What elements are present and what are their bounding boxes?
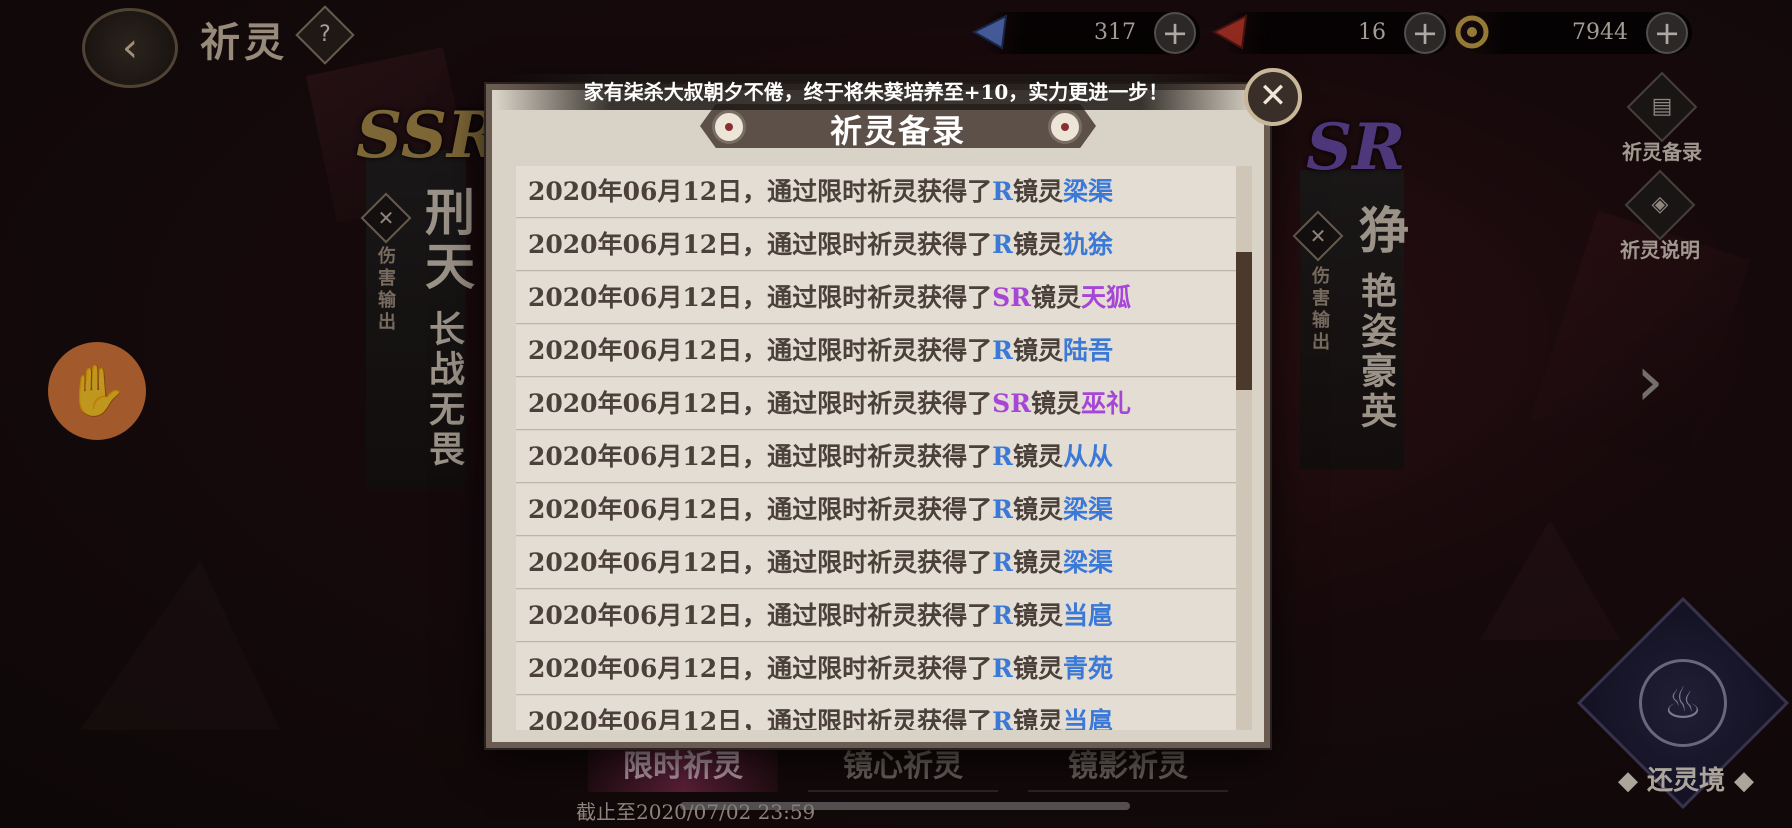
record-grade: SR [992,283,1032,312]
record-grade: R [992,230,1013,259]
record-type: 镜灵 [1031,283,1082,312]
record-type: 镜灵 [1012,548,1063,577]
record-spirit-name: 青苑 [1062,654,1113,683]
record-spirit-name: 天狐 [1081,283,1132,312]
record-type: 镜灵 [1012,654,1063,683]
record-grade: R [992,548,1013,577]
record-list[interactable]: 2020年06月12日，通过限时祈灵获得了R镜灵梁渠 2020年06月12日，通过… [516,166,1256,730]
record-row: 2020年06月12日，通过限时祈灵获得了R镜灵梁渠 [516,166,1238,218]
record-row: 2020年06月12日，通过限时祈灵获得了R镜灵青苑 [516,643,1238,695]
record-text: 2020年06月12日，通过限时祈灵获得了 [528,230,993,259]
record-grade: R [992,336,1013,365]
record-text: 2020年06月12日，通过限时祈灵获得了 [528,177,993,206]
record-text: 2020年06月12日，通过限时祈灵获得了 [528,654,993,683]
announcement-banner: 家有柒杀大叔朝夕不倦，终于将朱葵培养至+10，实力更进一步！ [496,74,1256,110]
record-spirit-name: 当扈 [1062,601,1113,630]
close-icon: ✕ [1258,76,1288,116]
record-text: 2020年06月12日，通过限时祈灵获得了 [528,442,993,471]
modal-title: 祈灵备录 [829,112,966,150]
record-spirit-name: 陆吾 [1062,336,1113,365]
record-type: 镜灵 [1012,230,1063,259]
record-scrollbar[interactable] [1236,166,1252,730]
close-button[interactable]: ✕ [1244,68,1302,126]
record-text: 2020年06月12日，通过限时祈灵获得了 [528,389,993,418]
record-type: 镜灵 [1031,389,1082,418]
record-type: 镜灵 [1012,601,1063,630]
scrollbar-thumb[interactable] [1236,252,1252,390]
record-type: 镜灵 [1012,177,1063,206]
record-grade: R [992,442,1013,471]
record-text: 2020年06月12日，通过限时祈灵获得了 [528,707,993,730]
record-text: 2020年06月12日，通过限时祈灵获得了 [528,601,993,630]
record-row: 2020年06月12日，通过限时祈灵获得了R镜灵当扈 [516,590,1238,642]
record-spirit-name: 梁渠 [1062,495,1113,524]
record-row: 2020年06月12日，通过限时祈灵获得了R镜灵犰狳 [516,219,1238,271]
record-type: 镜灵 [1012,707,1063,730]
record-spirit-name: 梁渠 [1062,177,1113,206]
record-row: 2020年06月12日，通过限时祈灵获得了R镜灵从从 [516,431,1238,483]
record-spirit-name: 犰狳 [1062,230,1113,259]
record-grade: R [992,177,1013,206]
record-row: 2020年06月12日，通过限时祈灵获得了SR镜灵巫礼 [516,378,1238,430]
record-grade: R [992,495,1013,524]
record-row: 2020年06月12日，通过限时祈灵获得了R镜灵梁渠 [516,484,1238,536]
record-text: 2020年06月12日，通过限时祈灵获得了 [528,495,993,524]
record-spirit-name: 梁渠 [1062,548,1113,577]
record-spirit-name: 巫礼 [1081,389,1132,418]
record-spirit-name: 从从 [1062,442,1113,471]
record-grade: R [992,601,1013,630]
record-type: 镜灵 [1012,442,1063,471]
record-text: 2020年06月12日，通过限时祈灵获得了 [528,336,993,365]
record-type: 镜灵 [1012,336,1063,365]
record-row: 2020年06月12日，通过限时祈灵获得了R镜灵当扈 [516,696,1238,730]
record-grade: R [992,707,1013,730]
record-spirit-name: 当扈 [1062,707,1113,730]
record-grade: SR [992,389,1032,418]
record-grade: R [992,654,1013,683]
record-row: 2020年06月12日，通过限时祈灵获得了R镜灵陆吾 [516,325,1238,377]
record-row: 2020年06月12日，通过限时祈灵获得了R镜灵梁渠 [516,537,1238,589]
record-type: 镜灵 [1012,495,1063,524]
record-modal: 2020年06月12日，通过限时祈灵获得了R镜灵梁渠 2020年06月12日，通过… [486,84,1270,748]
record-text: 2020年06月12日，通过限时祈灵获得了 [528,548,993,577]
record-text: 2020年06月12日，通过限时祈灵获得了 [528,283,993,312]
record-row: 2020年06月12日，通过限时祈灵获得了SR镜灵天狐 [516,272,1238,324]
